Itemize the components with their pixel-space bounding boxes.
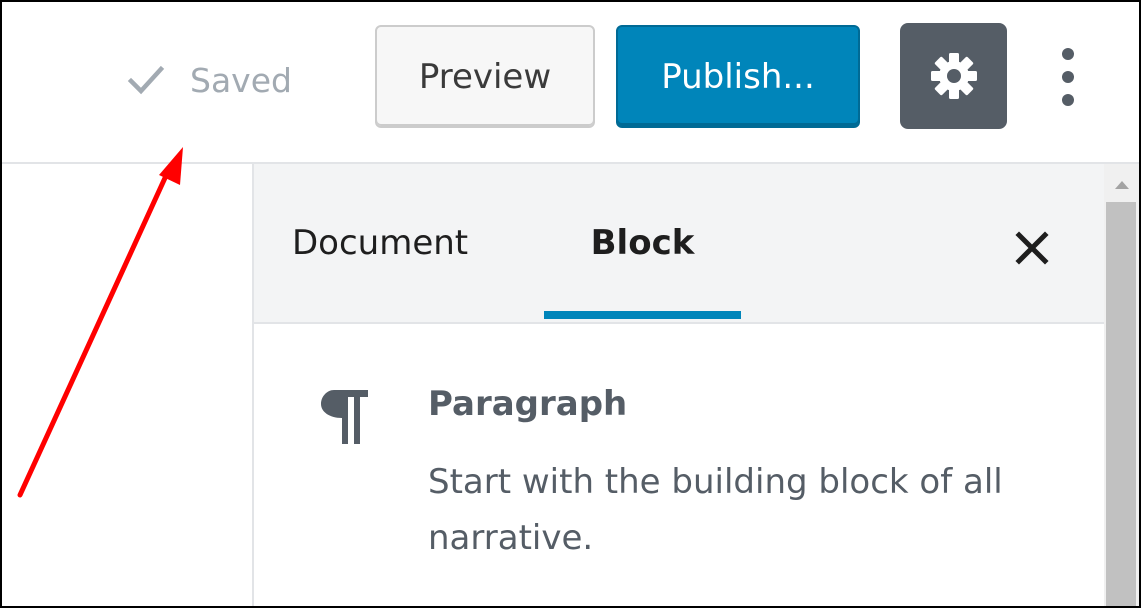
sidebar-tabs: Document Block xyxy=(254,164,1104,324)
editor-window: Saved Preview Publish... Document Block … xyxy=(0,0,1141,608)
editor-header-toolbar: Saved Preview Publish... xyxy=(2,2,1139,164)
close-sidebar-button[interactable] xyxy=(1002,218,1062,278)
publish-button[interactable]: Publish... xyxy=(616,25,860,128)
saved-label: Saved xyxy=(190,60,292,100)
more-vertical-icon xyxy=(1062,48,1074,106)
block-inspector-card: Paragraph Start with the building block … xyxy=(254,324,1104,606)
scroll-up-arrow-icon[interactable] xyxy=(1104,174,1139,196)
tab-document[interactable]: Document xyxy=(292,164,512,322)
more-tools-button[interactable] xyxy=(1042,32,1094,122)
block-title: Paragraph xyxy=(428,384,628,424)
gear-icon xyxy=(930,53,977,99)
settings-button[interactable] xyxy=(900,23,1007,129)
close-icon xyxy=(1015,231,1049,265)
settings-sidebar: Document Block Paragraph Start with the … xyxy=(254,164,1104,606)
preview-button[interactable]: Preview xyxy=(375,25,595,128)
editor-canvas xyxy=(2,164,254,606)
block-description: Start with the building block of all nar… xyxy=(428,462,1003,558)
sidebar-scrollbar[interactable] xyxy=(1104,164,1139,606)
active-tab-indicator xyxy=(544,311,741,319)
tab-block[interactable]: Block xyxy=(544,164,741,322)
saved-state-indicator: Saved xyxy=(126,58,292,102)
scrollbar-thumb[interactable] xyxy=(1106,202,1136,606)
paragraph-icon xyxy=(321,390,368,444)
check-icon xyxy=(127,65,165,95)
